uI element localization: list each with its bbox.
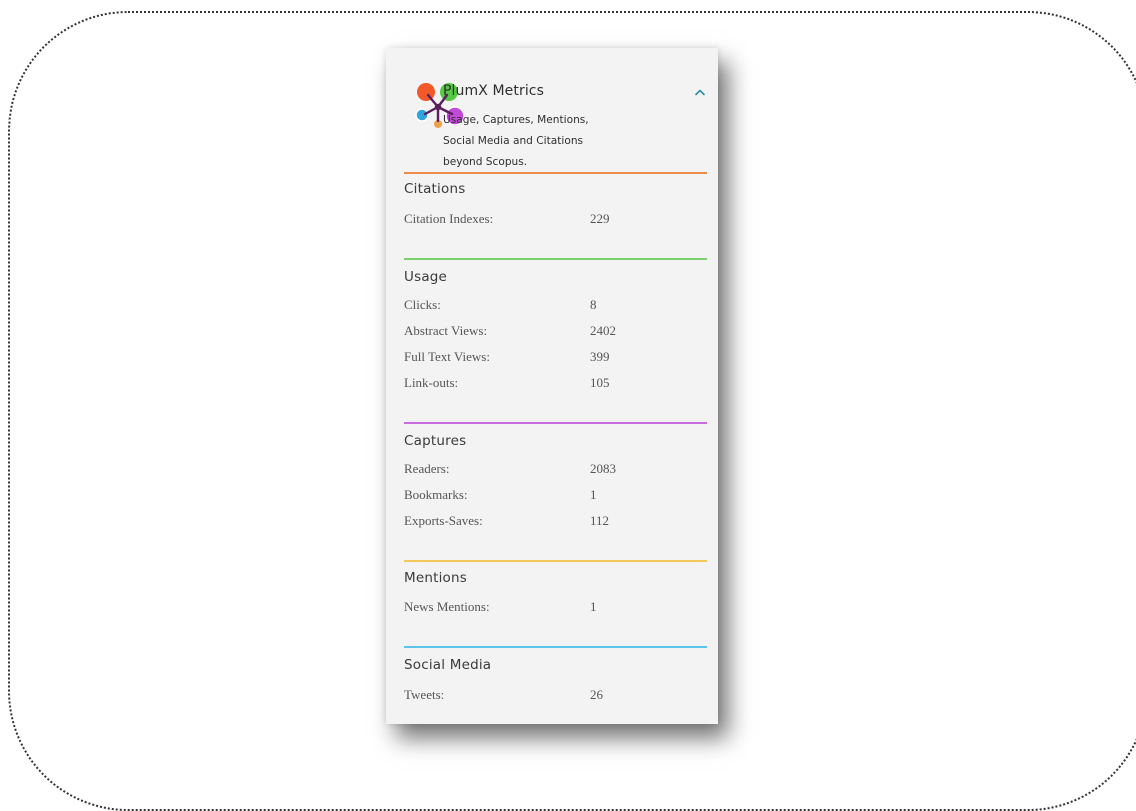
metric-label: Citation Indexes: (404, 211, 494, 226)
subtitle-line: Usage, Captures, Mentions, (443, 114, 589, 126)
metric-label: Link-outs: (404, 375, 459, 390)
metric-label: Readers: (404, 461, 450, 476)
metric-label: Bookmarks: (404, 487, 468, 502)
plumx-metrics-panel: PlumX Metrics Usage, Captures, Mentions,… (386, 48, 718, 724)
metric-label: News Mentions: (404, 599, 490, 614)
metric-label: Tweets: (404, 687, 445, 702)
metric-label: Full Text Views: (404, 349, 490, 364)
panel-header: PlumX Metrics Usage, Captures, Mentions,… (386, 48, 718, 172)
metric-value: 2083 (590, 461, 616, 476)
metric-label: Abstract Views: (404, 323, 488, 338)
metric-value: 8 (590, 297, 597, 312)
section-title-captures: Captures (404, 433, 467, 449)
section-title-mentions: Mentions (404, 570, 468, 586)
chevron-up-icon[interactable] (692, 84, 708, 100)
metric-value: 26 (590, 687, 603, 702)
panel-title: PlumX Metrics (443, 83, 545, 99)
mentions-divider (404, 560, 707, 562)
metric-value: 2402 (590, 323, 616, 338)
social-media-divider (404, 646, 707, 648)
section-title-citations: Citations (404, 181, 466, 197)
metric-value: 112 (590, 513, 610, 528)
usage-divider (404, 258, 707, 260)
subtitle-line: beyond Scopus. (443, 156, 528, 168)
section-title-social-media: Social Media (404, 657, 492, 673)
metric-label: Clicks: (404, 297, 441, 312)
section-title-usage: Usage (404, 269, 448, 285)
metric-value: 105 (590, 375, 610, 390)
panel-subtitle: Usage, Captures, Mentions, Social Media … (443, 110, 643, 173)
metric-value: 1 (590, 599, 597, 614)
metric-value: 399 (590, 349, 610, 364)
citations-divider (404, 172, 707, 174)
metric-label: Exports-Saves: (404, 513, 483, 528)
metric-value: 1 (590, 487, 597, 502)
metric-value: 229 (590, 211, 610, 226)
subtitle-line: Social Media and Citations (443, 135, 584, 147)
captures-divider (404, 422, 707, 424)
